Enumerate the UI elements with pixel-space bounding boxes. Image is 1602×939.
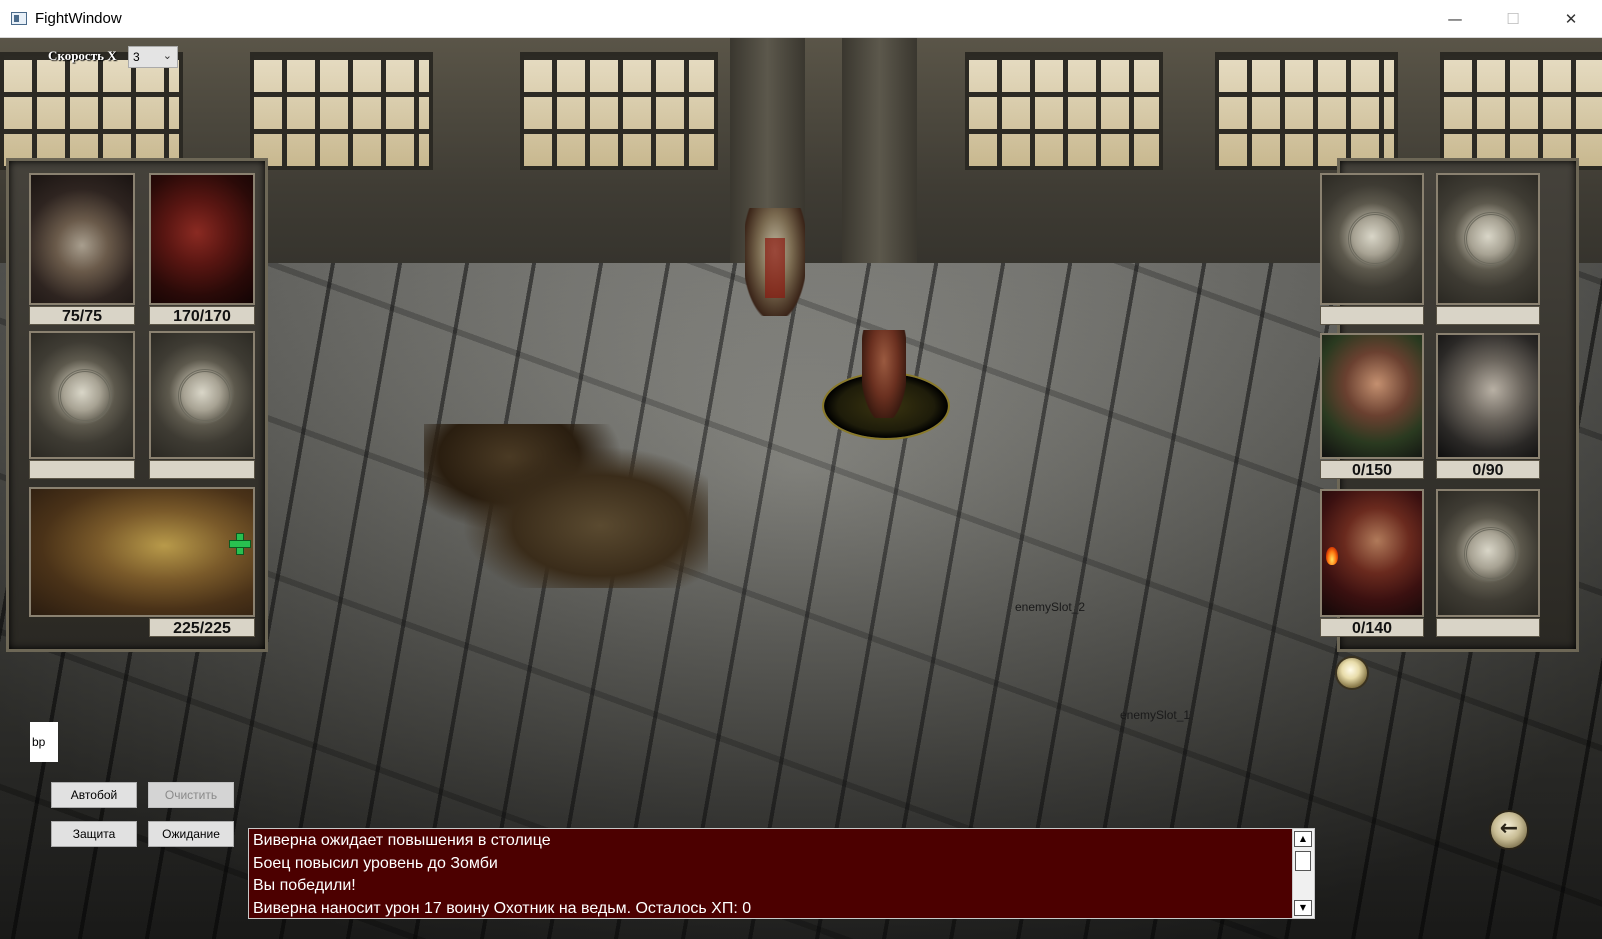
- chevron-down-icon: ⌄: [162, 50, 172, 62]
- background-window: [520, 52, 718, 170]
- empty-slot-emblem-icon: [149, 331, 255, 459]
- log-line: Вы победили!: [253, 877, 356, 894]
- unit-hp: [149, 460, 255, 479]
- player-slot-large[interactable]: 225/225: [29, 487, 255, 637]
- battle-log-lines: Виверна ожидает повышения в столице Боец…: [253, 830, 1290, 918]
- enemy-slot[interactable]: [1320, 173, 1424, 325]
- close-button[interactable]: ✕: [1542, 0, 1600, 38]
- empty-slot-emblem-icon: [1436, 173, 1540, 305]
- empty-slot-emblem-icon: [1436, 489, 1540, 617]
- player-slot[interactable]: [149, 331, 255, 479]
- enemy-slot-1-label: enemySlot_1: [1120, 708, 1191, 722]
- app-icon: [11, 12, 27, 25]
- clear-button[interactable]: Очистить: [148, 782, 234, 808]
- background-pillar: [842, 38, 917, 288]
- arrow-left-icon[interactable]: ←: [1489, 810, 1529, 850]
- battle-log[interactable]: Виверна ожидает повышения в столице Боец…: [248, 828, 1315, 919]
- zombie-creature[interactable]: [862, 330, 906, 418]
- unit-hp: [1320, 306, 1424, 325]
- empty-slot-emblem-icon: [29, 331, 135, 459]
- unit-hp: [29, 460, 135, 479]
- unit-hp: 0/140: [1320, 618, 1424, 637]
- wyvern-portrait: [29, 487, 255, 617]
- enemy-slot[interactable]: 0/140: [1320, 489, 1424, 637]
- unit-hp: 170/170: [149, 306, 255, 325]
- lich-portrait: [29, 173, 135, 305]
- enemy-slot[interactable]: [1436, 173, 1540, 325]
- level-up-plus-icon[interactable]: [229, 533, 251, 555]
- unit-hp: 225/225: [149, 618, 255, 637]
- player-slot[interactable]: [29, 331, 135, 479]
- maximize-button[interactable]: ☐: [1484, 0, 1542, 38]
- log-line: Виверна наносит урон 17 воину Охотник на…: [253, 899, 752, 917]
- hunter-portrait: [1320, 333, 1424, 459]
- unit-hp: [1436, 618, 1540, 637]
- log-scrollbar[interactable]: ▲ ▼: [1292, 829, 1314, 918]
- player-slot[interactable]: 75/75: [29, 173, 135, 325]
- wyvern-creature[interactable]: [424, 424, 708, 588]
- speed-select[interactable]: 3 ⌄: [128, 46, 178, 68]
- background-window: [250, 52, 433, 170]
- log-line: Виверна ожидает повышения в столице: [253, 832, 551, 849]
- background-window: [1440, 52, 1602, 170]
- hunter-portrait: [1436, 333, 1540, 459]
- window-title: FightWindow: [35, 10, 122, 27]
- background-window: [1215, 52, 1398, 170]
- burning-status-icon: [1326, 547, 1338, 565]
- enemy-slot[interactable]: 0/90: [1436, 333, 1540, 479]
- enemy-units-panel: 0/150 0/90 0/140: [1320, 158, 1579, 652]
- enemy-slot[interactable]: 0/150: [1320, 333, 1424, 479]
- auto-battle-button[interactable]: Автобой: [51, 782, 137, 808]
- bp-field[interactable]: bp: [30, 722, 58, 762]
- player-slot[interactable]: 170/170: [149, 173, 255, 325]
- log-line: Боец повысил уровень до Зомби: [253, 854, 498, 872]
- enemy-slot[interactable]: [1436, 489, 1540, 637]
- unit-hp: [1436, 306, 1540, 325]
- speed-value: 3: [133, 50, 140, 64]
- scroll-up-arrow-icon[interactable]: ▲: [1294, 831, 1312, 847]
- scroll-thumb[interactable]: [1295, 851, 1311, 871]
- background-window: [965, 52, 1163, 170]
- ghoul-portrait: [149, 173, 255, 305]
- knight-creature[interactable]: [745, 208, 805, 316]
- unit-hp: 0/150: [1320, 460, 1424, 479]
- player-units-panel: 75/75 170/170 225/225: [6, 158, 268, 652]
- unit-hp: 75/75: [29, 306, 135, 325]
- scroll-down-arrow-icon[interactable]: ▼: [1294, 900, 1312, 916]
- defend-button[interactable]: Защита: [51, 821, 137, 847]
- background-window: [0, 52, 183, 170]
- title-bar: FightWindow — ☐ ✕: [0, 0, 1602, 38]
- wait-button[interactable]: Ожидание: [148, 821, 234, 847]
- empty-slot-emblem-icon: [1320, 173, 1424, 305]
- enemy-slot-2-label: enemySlot_2: [1015, 600, 1086, 614]
- minimize-button[interactable]: —: [1426, 0, 1484, 38]
- unit-hp: 0/90: [1436, 460, 1540, 479]
- turn-orb-icon[interactable]: [1335, 656, 1369, 690]
- speed-label: Скорость X: [48, 48, 117, 63]
